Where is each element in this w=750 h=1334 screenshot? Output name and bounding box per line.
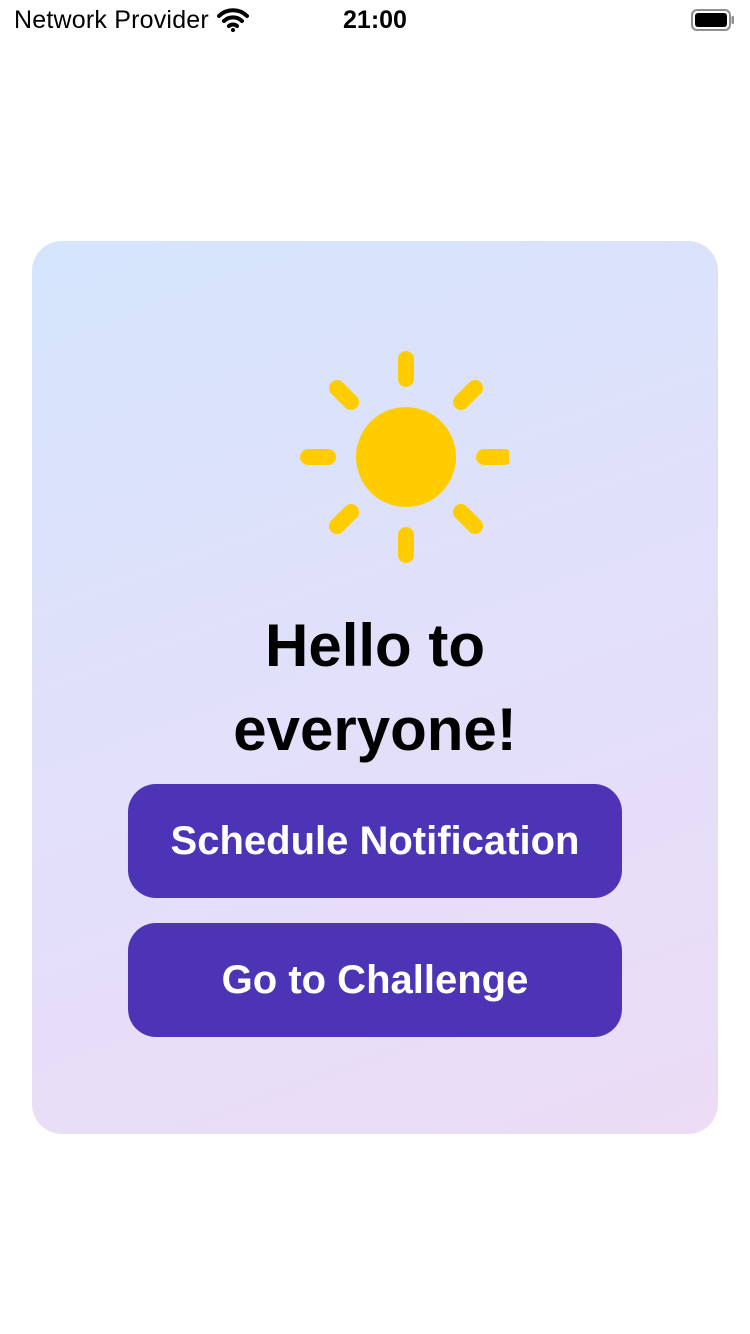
greeting-title: Hello to everyone! xyxy=(233,612,517,763)
battery-icon xyxy=(691,9,735,31)
greeting-card: Hello to everyone! Schedule Notification… xyxy=(32,241,718,1134)
status-bar: Network Provider 21:00 xyxy=(0,0,750,40)
app-screen: Network Provider 21:00 Hello to everyone… xyxy=(0,0,750,1334)
sun-icon xyxy=(289,346,512,566)
go-to-challenge-button[interactable]: Go to Challenge xyxy=(128,923,622,1037)
status-time: 21:00 xyxy=(343,6,407,34)
schedule-notification-button[interactable]: Schedule Notification xyxy=(128,784,622,898)
